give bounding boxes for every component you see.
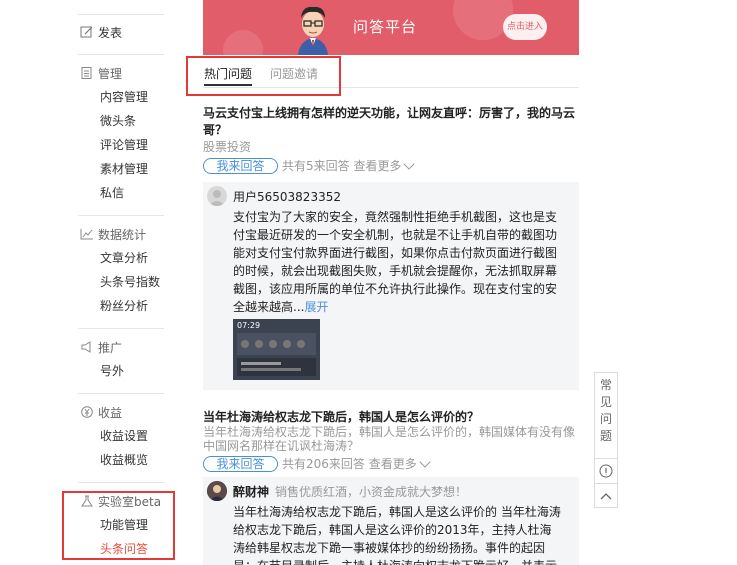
sidebar-divider <box>78 328 164 329</box>
decor-circle <box>223 30 263 55</box>
chevron-down-icon <box>403 158 416 170</box>
sidebar-divider <box>78 215 164 216</box>
answer-body: 支付宝为了大家的安全，竟然强制性拒绝手机截图，这也是支付宝最近研发的一个安全机制… <box>233 210 558 314</box>
info-icon <box>599 464 613 478</box>
sidebar-section-stats: 数据统计 <box>80 225 146 245</box>
view-more-link[interactable]: 查看更多 <box>353 158 416 173</box>
banner-title: 问答平台 <box>353 18 418 36</box>
megaphone-icon <box>81 341 91 353</box>
question-tag[interactable]: 股票投资 <box>203 138 251 155</box>
question-title[interactable]: 马云支付宝上线拥有怎样的逆天功能，让网友直呼：厉害了，我的马云哥？ <box>203 105 579 139</box>
answer-body: 当年杜海涛给权志龙下跪后，韩国人是这么评价的 当年杜海涛给权志龙下跪后，韩国人是… <box>233 505 561 565</box>
sidebar-item-content[interactable]: 内容管理 <box>100 87 148 107</box>
question-title[interactable]: 当年杜海涛给权志龙下跪后，韩国人是怎么评价的？ <box>203 409 579 426</box>
answer-text: 支付宝为了大家的安全，竟然强制性拒绝手机截图，这也是支付宝最近研发的一个安全机制… <box>233 208 563 316</box>
highlight-box <box>62 491 175 560</box>
answer-count: 共有5来回答 <box>282 159 350 173</box>
sidebar-item-publish[interactable]: 发表 <box>80 23 122 43</box>
chevron-up-icon <box>600 493 612 500</box>
enter-button[interactable]: 点击进入 <box>503 14 547 40</box>
sidebar-section-income: 收益 <box>80 403 122 423</box>
sidebar-item-income-settings[interactable]: 收益设置 <box>100 426 148 446</box>
sidebar-section-promote: 推广 <box>80 338 122 358</box>
sidebar-item-extra[interactable]: 号外 <box>100 361 124 381</box>
expand-link[interactable]: 展开 <box>304 300 328 314</box>
answer-card: 醉财神 销售优质红酒，小资金成就大梦想！ 当年杜海涛给权志龙下跪后，韩国人是这么评… <box>203 477 579 565</box>
user-placeholder-icon <box>209 190 225 206</box>
phone-screenshot-thumbnail: 07:29 <box>233 319 320 380</box>
sidebar: 发表 管理 内容管理 微头条 评论管理 素材管理 私信 数据统计 文章分析 头条… <box>78 0 164 565</box>
faq-float-panel: 常见问题 <box>594 372 618 508</box>
answer-username[interactable]: 用户56503823352 <box>233 188 341 205</box>
sidebar-promote-title: 推广 <box>98 341 123 355</box>
view-more-label: 查看更多 <box>353 159 402 173</box>
faq-link[interactable]: 常见问题 <box>595 377 617 445</box>
sidebar-divider <box>78 393 164 394</box>
yen-icon <box>81 406 93 418</box>
view-more-link[interactable]: 查看更多 <box>368 456 431 471</box>
document-icon <box>81 67 92 79</box>
sidebar-item-materials[interactable]: 素材管理 <box>100 159 148 179</box>
answer-button[interactable]: 我来回答 <box>203 456 278 472</box>
sidebar-section-manage: 管理 <box>80 64 122 84</box>
answer-count: 共有206来回答 <box>282 457 365 471</box>
user-slogan: 销售优质红酒，小资金成就大梦想！ <box>275 485 468 499</box>
answer-user: 醉财神 销售优质红酒，小资金成就大梦想！ <box>233 483 467 500</box>
sidebar-publish-label: 发表 <box>98 26 123 40</box>
sidebar-item-article-analysis[interactable]: 文章分析 <box>100 248 148 268</box>
sidebar-divider <box>78 482 164 483</box>
sidebar-item-comments[interactable]: 评论管理 <box>100 135 148 155</box>
avatar[interactable] <box>207 481 227 501</box>
sidebar-item-income-overview[interactable]: 收益概览 <box>100 450 148 470</box>
question-snippet: 当年杜海涛给权志龙下跪后，韩国人是怎么评价的，韩国媒体有没有像中国网名那样在讥讽… <box>203 425 576 453</box>
sidebar-manage-title: 管理 <box>98 67 123 81</box>
edit-icon <box>80 26 93 38</box>
sidebar-item-microtoutiao[interactable]: 微头条 <box>100 111 136 131</box>
question-actions: 我来回答 共有5来回答 查看更多 <box>203 157 416 174</box>
chevron-down-icon <box>419 456 431 468</box>
sidebar-income-title: 收益 <box>98 406 123 420</box>
qa-platform-banner[interactable]: 问答平台 点击进入 <box>203 0 579 55</box>
view-more-label: 查看更多 <box>368 457 417 471</box>
feedback-button[interactable] <box>595 458 617 482</box>
answer-image[interactable]: 07:29 <box>233 319 320 380</box>
sidebar-item-fans[interactable]: 粉丝分析 <box>100 296 148 316</box>
chart-icon <box>80 229 93 240</box>
answer-username[interactable]: 醉财神 <box>233 485 269 499</box>
highlight-box <box>186 56 341 96</box>
user-photo-icon <box>207 481 227 501</box>
cartoon-avatar-icon <box>298 6 328 55</box>
sidebar-item-messages[interactable]: 私信 <box>100 183 124 203</box>
answer-button[interactable]: 我来回答 <box>203 158 278 174</box>
sidebar-item-index[interactable]: 头条号指数 <box>100 272 160 292</box>
answer-card: 用户56503823352 支付宝为了大家的安全，竟然强制性拒绝手机截图，这也是… <box>203 182 579 390</box>
sidebar-stats-title: 数据统计 <box>98 228 147 242</box>
svg-text:07:29: 07:29 <box>237 321 260 330</box>
scroll-to-top-button[interactable] <box>595 483 617 507</box>
sidebar-divider <box>78 14 164 15</box>
question-actions: 我来回答 共有206来回答 查看更多 <box>203 455 431 472</box>
avatar[interactable] <box>207 186 227 206</box>
sidebar-divider <box>78 54 164 55</box>
